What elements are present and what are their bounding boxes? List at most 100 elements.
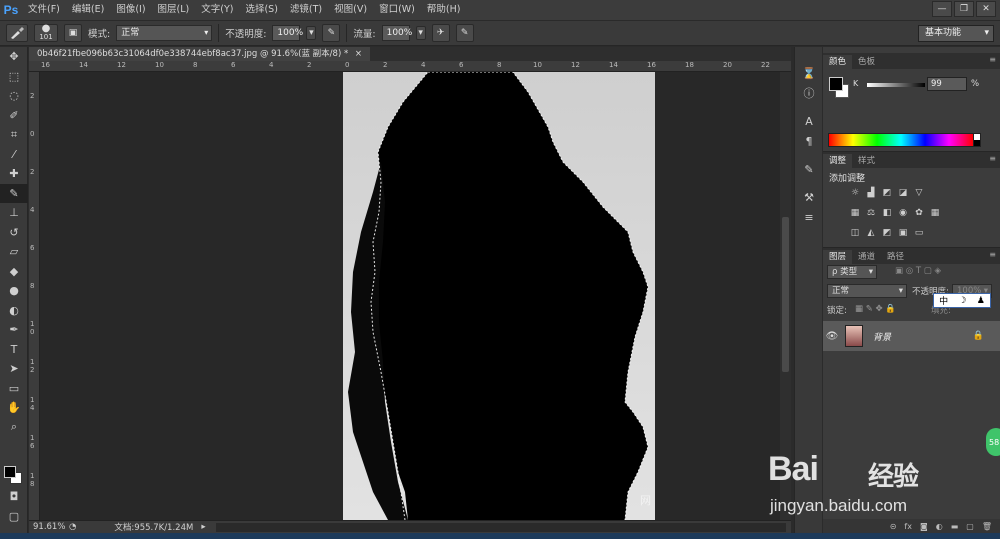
add-mask-icon[interactable]: ◙ — [920, 522, 928, 531]
tab-swatches[interactable]: 色板 — [852, 55, 881, 69]
foreground-color-chip[interactable] — [829, 77, 843, 91]
history-brush-tool-icon[interactable]: ↺ — [0, 223, 28, 243]
marquee-tool-icon[interactable]: ⬚ — [0, 67, 28, 87]
flow-dropdown-icon[interactable]: ▾ — [415, 26, 426, 40]
healing-brush-tool-icon[interactable]: ✚ — [0, 164, 28, 184]
threshold-icon[interactable]: ◩ — [881, 227, 893, 239]
layer-name[interactable]: 背景 — [873, 330, 891, 343]
document-image[interactable] — [343, 72, 655, 520]
clone-stamp-tool-icon[interactable]: ⊥ — [0, 203, 28, 223]
character-panel-icon[interactable]: A — [795, 111, 823, 131]
paragraph-panel-icon[interactable]: ¶ — [795, 131, 823, 151]
lasso-tool-icon[interactable]: ◌ — [0, 86, 28, 106]
hue-saturation-icon[interactable]: ▦ — [849, 207, 861, 219]
shape-tool-icon[interactable]: ▭ — [0, 379, 28, 399]
channel-mixer-icon[interactable]: ✿ — [913, 207, 925, 219]
brush-panel-toggle-icon[interactable]: ▣ — [64, 24, 82, 42]
zoom-tool-icon[interactable]: ⌕ — [0, 418, 28, 438]
k-channel-slider[interactable] — [867, 83, 925, 87]
eyedropper-tool-icon[interactable]: ⁄ — [0, 145, 28, 165]
exposure-icon[interactable]: ◪ — [897, 187, 909, 199]
foreground-color-swatch[interactable] — [4, 466, 16, 478]
new-adjustment-icon[interactable]: ◐ — [936, 522, 943, 531]
mode-select[interactable]: 正常 — [116, 25, 213, 41]
paint-bucket-tool-icon[interactable]: ◆ — [0, 262, 28, 282]
ime-mode-label[interactable]: 中 — [939, 294, 948, 307]
canvas-area[interactable] — [40, 72, 780, 520]
color-balance-icon[interactable]: ⚖ — [865, 207, 877, 219]
dodge-tool-icon[interactable]: ◐ — [0, 301, 28, 321]
visibility-eye-icon[interactable]: 👁 — [823, 321, 841, 351]
brightness-contrast-icon[interactable]: ☼ — [849, 187, 861, 199]
menu-view[interactable]: 视图(V) — [328, 0, 373, 20]
tab-close-icon[interactable]: × — [355, 49, 362, 59]
black-white-ramp[interactable] — [973, 133, 981, 147]
link-layers-icon[interactable]: ⊝ — [890, 522, 897, 531]
zoom-level[interactable]: 91.61% — [33, 522, 67, 532]
black-white-icon[interactable]: ◧ — [881, 207, 893, 219]
new-layer-icon[interactable]: ▢ — [966, 522, 974, 531]
screen-mode-icon[interactable]: ▢ — [0, 507, 28, 527]
tab-channels[interactable]: 通道 — [852, 250, 881, 264]
tab-layers[interactable]: 图层 — [823, 250, 853, 264]
layer-blend-mode-select[interactable]: 正常 — [827, 284, 907, 298]
panel-menu-icon[interactable]: ≡ — [989, 250, 996, 259]
airbrush-icon[interactable]: ✈ — [431, 24, 450, 42]
vertical-scrollbar-thumb[interactable] — [782, 217, 789, 372]
vibrance-icon[interactable]: ▽ — [913, 187, 925, 199]
invert-icon[interactable]: ◫ — [849, 227, 861, 239]
menu-window[interactable]: 窗口(W) — [373, 0, 421, 20]
history-panel-icon[interactable]: ⌛ — [795, 63, 823, 83]
new-group-icon[interactable]: ▬ — [951, 522, 959, 531]
minimize-button[interactable]: — — [932, 1, 952, 17]
tab-adjustments[interactable]: 调整 — [823, 154, 853, 168]
levels-icon[interactable]: ▟ — [865, 187, 877, 199]
close-button[interactable]: ✕ — [976, 1, 996, 17]
brush-size-picker[interactable]: ● 101 — [34, 24, 58, 42]
tab-color[interactable]: 颜色 — [823, 55, 853, 69]
photo-filter-icon[interactable]: ◉ — [897, 207, 909, 219]
lock-icons[interactable]: ▦ ✎ ✥ 🔒 — [855, 304, 896, 314]
document-tab[interactable]: 0b46f21fbe096b63c31064df0e338744ebf8ac37… — [29, 47, 371, 61]
color-spectrum[interactable] — [828, 133, 974, 147]
opacity-input[interactable]: 100% — [272, 25, 303, 41]
flow-input[interactable]: 100% — [381, 25, 412, 41]
curves-icon[interactable]: ◩ — [881, 187, 893, 199]
properties-panel-icon[interactable]: ⓘ — [795, 83, 823, 103]
layer-comps-icon[interactable]: ≡ — [795, 207, 823, 227]
gradient-map-icon[interactable]: ▭ — [913, 227, 925, 239]
panel-menu-icon[interactable]: ≡ — [989, 154, 996, 163]
workspace-select[interactable]: 基本功能 — [918, 25, 994, 42]
delete-layer-icon[interactable]: 🗑 — [982, 522, 992, 531]
k-channel-input[interactable]: 99 — [927, 77, 967, 91]
menu-layer[interactable]: 图层(L) — [152, 0, 196, 20]
ime-moon-icon[interactable]: ☽ — [958, 296, 966, 306]
menu-filter[interactable]: 滤镜(T) — [284, 0, 328, 20]
path-selection-tool-icon[interactable]: ➤ — [0, 359, 28, 379]
quick-mask-icon[interactable]: ◘ — [0, 487, 28, 507]
status-menu-icon[interactable]: ◔ — [69, 522, 76, 532]
panel-menu-icon[interactable]: ≡ — [989, 55, 996, 64]
selective-color-icon[interactable]: ▣ — [897, 227, 909, 239]
horizontal-scrollbar[interactable] — [216, 523, 786, 532]
fx-icon[interactable]: fx — [904, 522, 912, 531]
tab-paths[interactable]: 路径 — [881, 250, 910, 264]
filter-type-icons[interactable]: ▣ ◎ T ▢ ◈ — [895, 266, 941, 276]
crop-tool-icon[interactable]: ⌗ — [0, 125, 28, 145]
eraser-tool-icon[interactable]: ▱ — [0, 242, 28, 262]
pen-tool-icon[interactable]: ✒ — [0, 320, 28, 340]
hand-tool-icon[interactable]: ✋ — [0, 398, 28, 418]
pressure-size-icon[interactable]: ✎ — [455, 24, 474, 42]
menu-edit[interactable]: 编辑(E) — [66, 0, 110, 20]
menu-select[interactable]: 选择(S) — [239, 0, 283, 20]
quick-selection-tool-icon[interactable]: ✐ — [0, 106, 28, 126]
posterize-icon[interactable]: ◭ — [865, 227, 877, 239]
menu-file[interactable]: 文件(F) — [22, 0, 66, 20]
blur-tool-icon[interactable]: ● — [0, 281, 28, 301]
menu-help[interactable]: 帮助(H) — [421, 0, 467, 20]
menu-image[interactable]: 图像(I) — [110, 0, 151, 20]
layer-kind-filter[interactable]: ρ 类型 — [827, 265, 877, 279]
brush-tool-icon[interactable]: ✎ — [0, 183, 28, 203]
brush-tool-preset-icon[interactable] — [6, 24, 28, 42]
maximize-button[interactable]: ❐ — [954, 1, 974, 17]
